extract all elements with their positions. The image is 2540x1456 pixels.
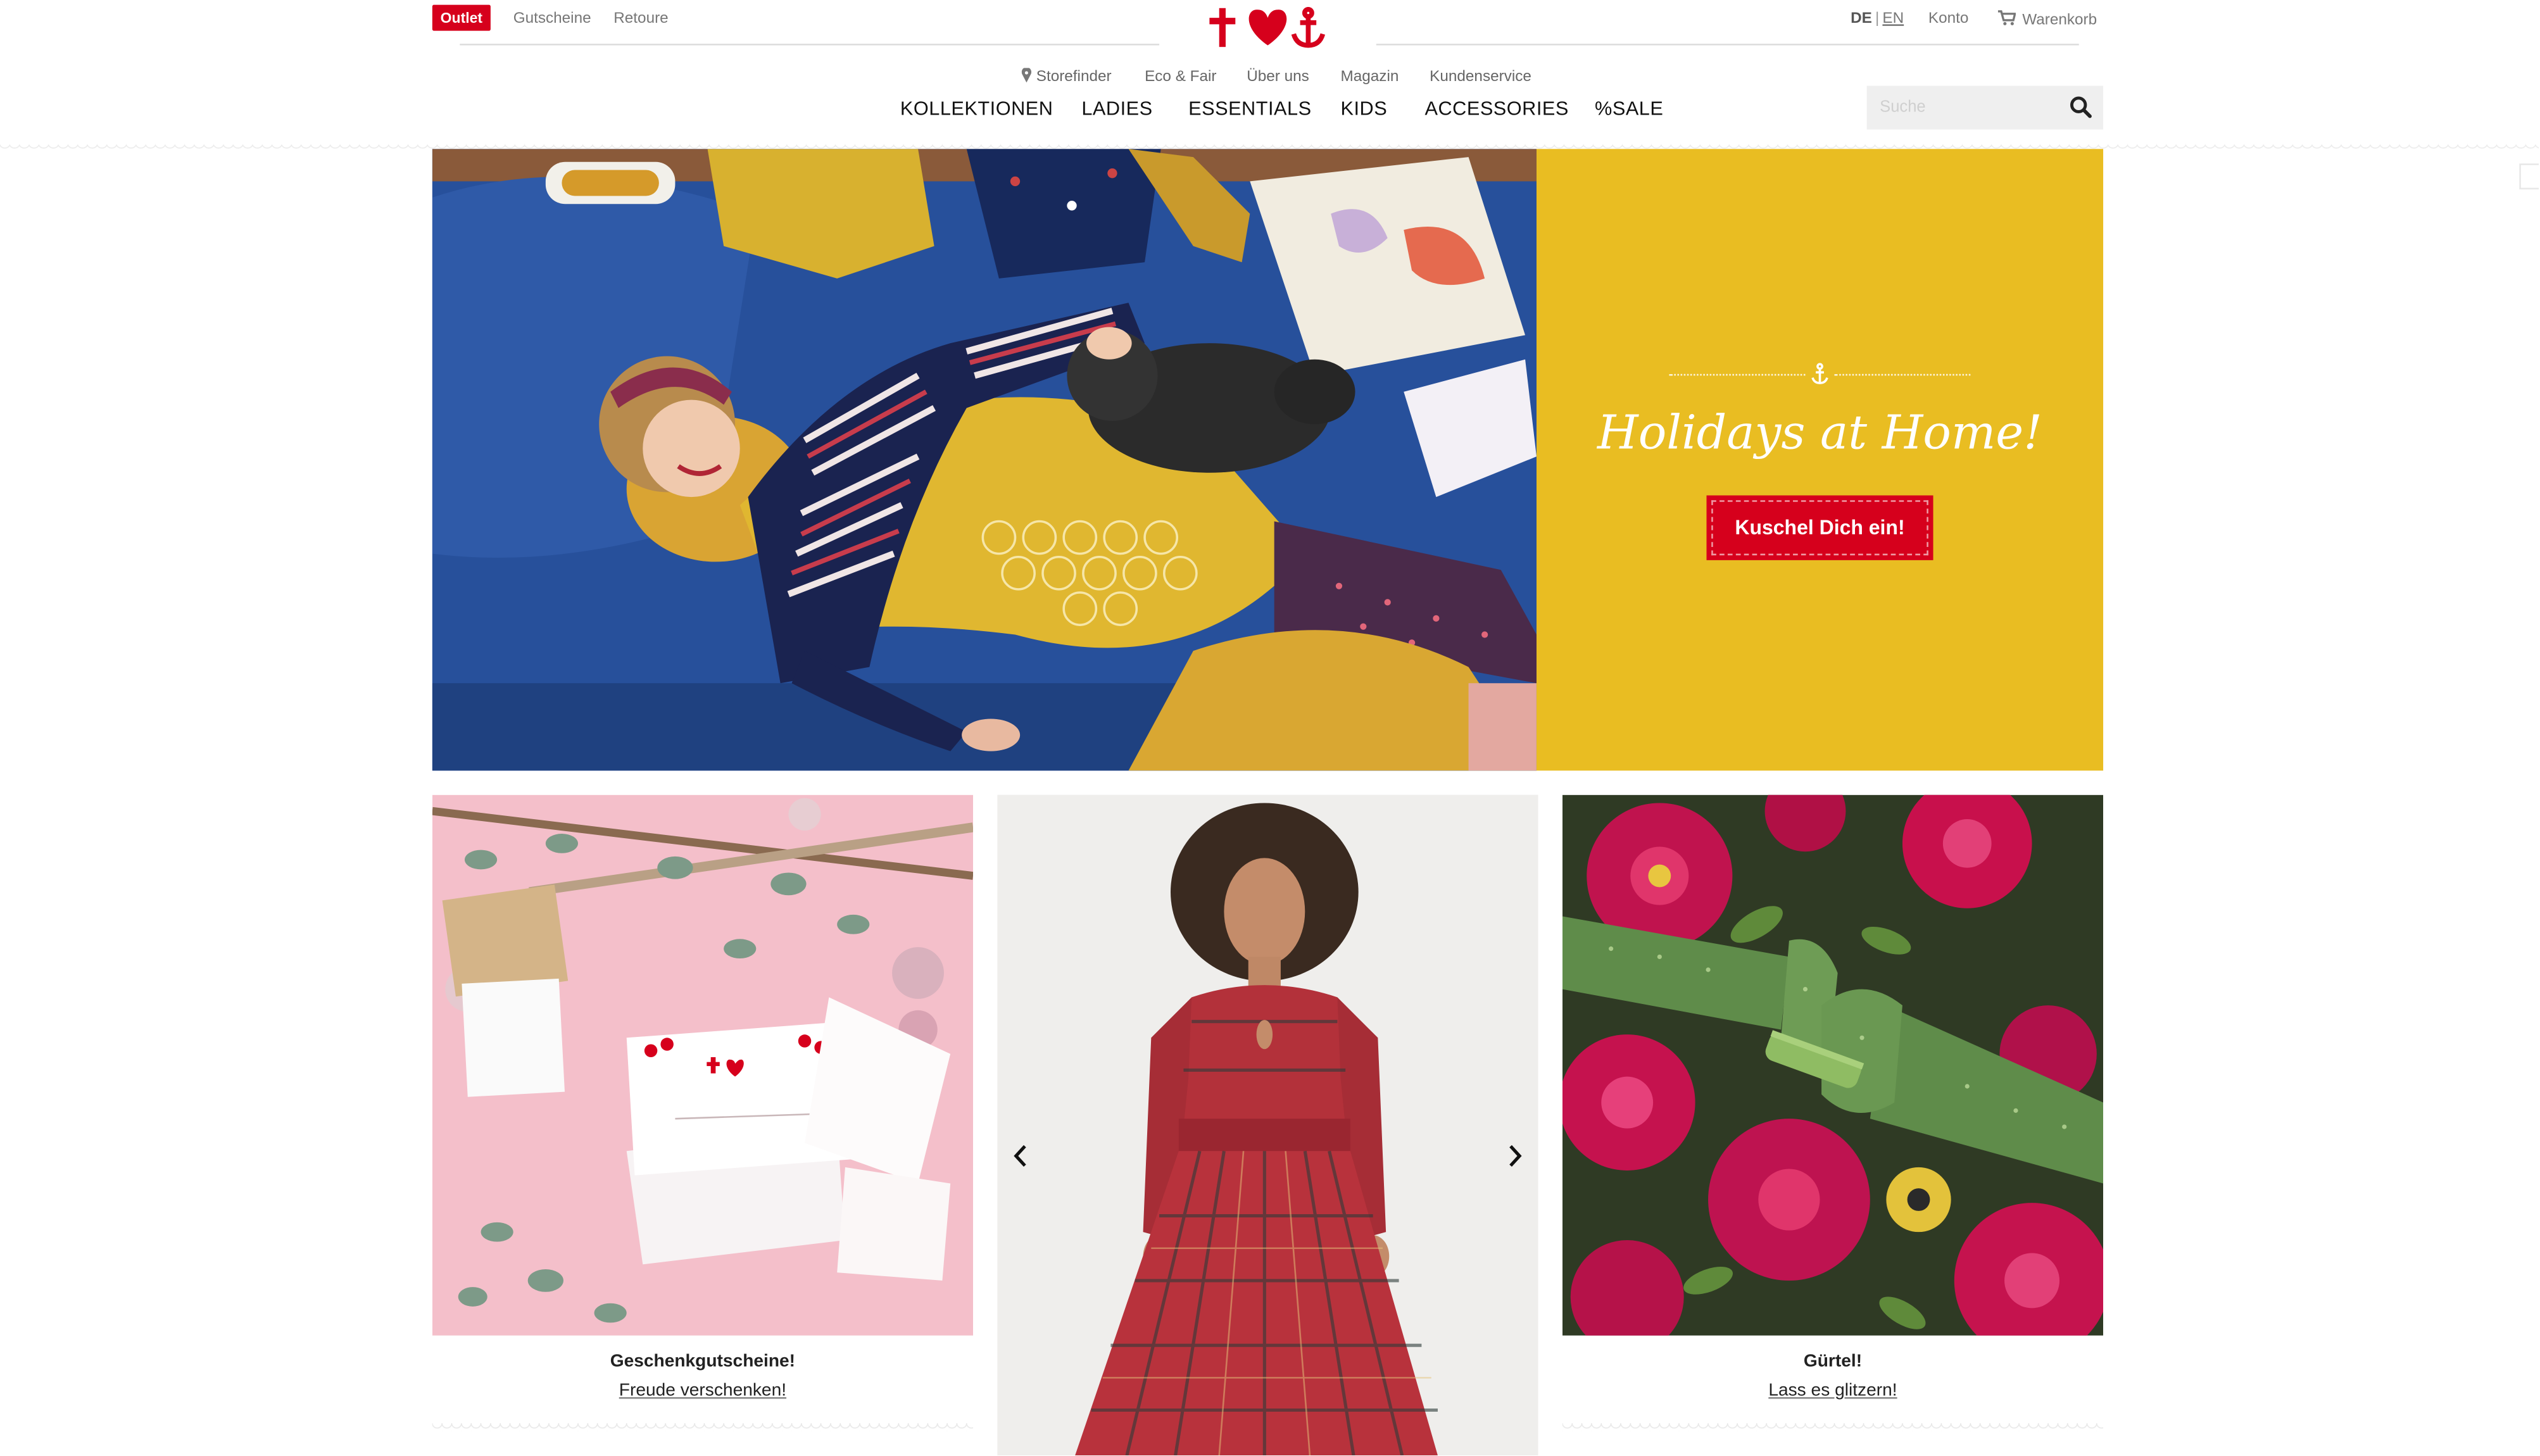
belt-image [1562,794,2104,1336]
search-box [1866,85,2104,130]
main-nav: KOLLEKTIONEN LADIES ESSENTIALS KIDS ACCE… [0,97,2539,123]
search-input[interactable] [1866,85,2061,130]
hero-cta-button[interactable]: Kuschel Dich ein! [1706,495,1933,560]
chevron-right-icon[interactable] [1502,1143,1525,1169]
brand-logo[interactable] [1206,6,1329,48]
tile-title: Gürtel! [1803,1352,1863,1372]
tile-link[interactable]: Freude verschenken! [432,1381,973,1400]
decorative-dots-right [1834,373,1971,376]
storefinder-link[interactable]: Storefinder [1021,67,1112,86]
nav-kids[interactable]: KIDS [1341,97,1388,120]
retoure-link[interactable]: Retoure [613,9,668,27]
product-slider[interactable] [997,794,1538,1456]
nav-kollektionen[interactable]: KOLLEKTIONEN [900,97,1053,120]
magazin-link[interactable]: Magazin [1341,68,1399,85]
hero-image[interactable] [432,149,1537,771]
cart-link[interactable]: Warenkorb [1997,9,2097,30]
tile-link[interactable]: Lass es glitzern! [1562,1381,2103,1400]
hero-promo-panel: Holidays at Home! Kuschel Dich ein! [1536,149,2104,771]
tile-link-text[interactable]: Lass es glitzern! [1768,1381,1897,1400]
gift-voucher-image [432,794,973,1336]
konto-link[interactable]: Konto [1928,9,1968,27]
tile-link-text[interactable]: Freude verschenken! [619,1381,786,1400]
header-divider-right [1376,44,2079,46]
lang-en[interactable]: EN [1882,9,1904,27]
cart-icon [1997,10,2016,25]
tile-scallop-border [432,1422,973,1431]
lang-de[interactable]: DE [1851,9,1872,27]
kundenservice-link[interactable]: Kundenservice [1430,68,1531,85]
hero-photo-illustration [432,149,1537,771]
scrollbar-stub[interactable] [2519,163,2539,190]
tile-caption: Geschenkgutscheine! Freude verschenken! [432,1335,973,1427]
header-divider-left [460,44,1160,46]
secondary-nav: Storefinder Eco & Fair Über uns Magazin … [0,67,2539,87]
outlet-link[interactable]: Outlet [432,4,491,31]
anchor-icon [1811,363,1828,384]
logo-anchor-icon [1291,6,1326,48]
tile-scallop-border [1562,1422,2104,1431]
search-icon[interactable] [2069,96,2092,118]
logo-heart-icon [1248,9,1287,46]
chevron-left-icon[interactable] [1010,1143,1033,1169]
lang-separator: | [1875,9,1880,28]
about-link[interactable]: Über uns [1247,68,1309,85]
cart-label: Warenkorb [2022,11,2097,30]
tile-caption: Gürtel! Lass es glitzern! [1562,1335,2104,1427]
tile-title: Geschenkgutscheine! [610,1352,796,1372]
page: Outlet Gutscheine Retoure DE | EN Konto Wa… [0,0,2539,1456]
gutscheine-link[interactable]: Gutscheine [513,9,591,27]
nav-accessories[interactable]: ACCESSORIES [1425,97,1569,120]
storefinder-label: Storefinder [1036,68,1112,86]
language-switcher: DE | EN [1851,9,1904,27]
nav-sale[interactable]: %SALE [1595,97,1663,120]
hero-title: Holidays at Home! [1597,405,2043,460]
decorative-dots-left [1669,373,1806,376]
logo-cross-icon [1209,8,1236,47]
slider-image [997,794,1538,1456]
belt-illustration [1562,794,2104,1336]
nav-essentials[interactable]: ESSENTIALS [1188,97,1311,120]
gift-voucher-illustration [432,794,973,1336]
nav-ladies[interactable]: LADIES [1081,97,1152,120]
pin-icon [1021,67,1032,83]
eco-fair-link[interactable]: Eco & Fair [1145,68,1216,85]
